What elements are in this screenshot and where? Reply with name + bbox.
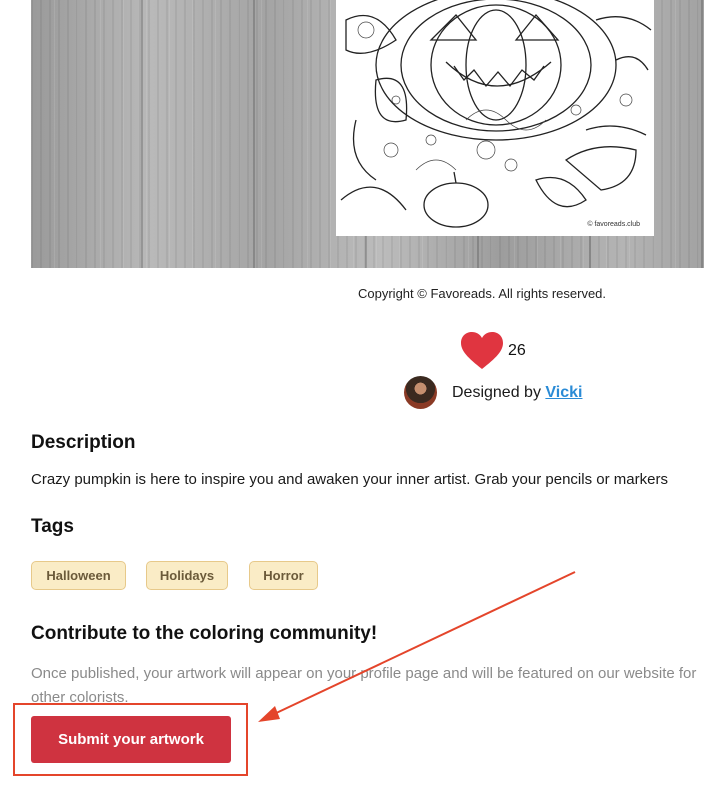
designed-by-label: Designed by [452,383,546,401]
heart-icon[interactable] [460,331,504,371]
tag-horror[interactable]: Horror [249,561,318,590]
tags-heading: Tags [31,516,74,537]
artwork-watermark: © favoreads.club [587,221,640,228]
description-heading: Description [31,432,136,453]
likes-count: 26 [508,342,526,359]
description-text: Crazy pumpkin is here to inspire you and… [31,471,668,488]
tag-holidays[interactable]: Holidays [146,561,228,590]
contribute-heading: Contribute to the coloring community! [31,623,378,644]
submit-artwork-button[interactable]: Submit your artwork [31,716,231,763]
tag-halloween[interactable]: Halloween [31,561,126,590]
pumpkin-illustration [340,0,652,228]
avatar[interactable] [404,376,437,409]
copyright-text: Copyright © Favoreads. All rights reserv… [358,286,607,301]
designer-link[interactable]: Vicki [545,384,582,401]
designer-credit: Designed by Vicki [404,376,582,409]
coloring-page-image: © favoreads.club [336,0,654,236]
contribute-text: Once published, your artwork will appear… [31,665,697,706]
likes: 26 [460,331,526,371]
